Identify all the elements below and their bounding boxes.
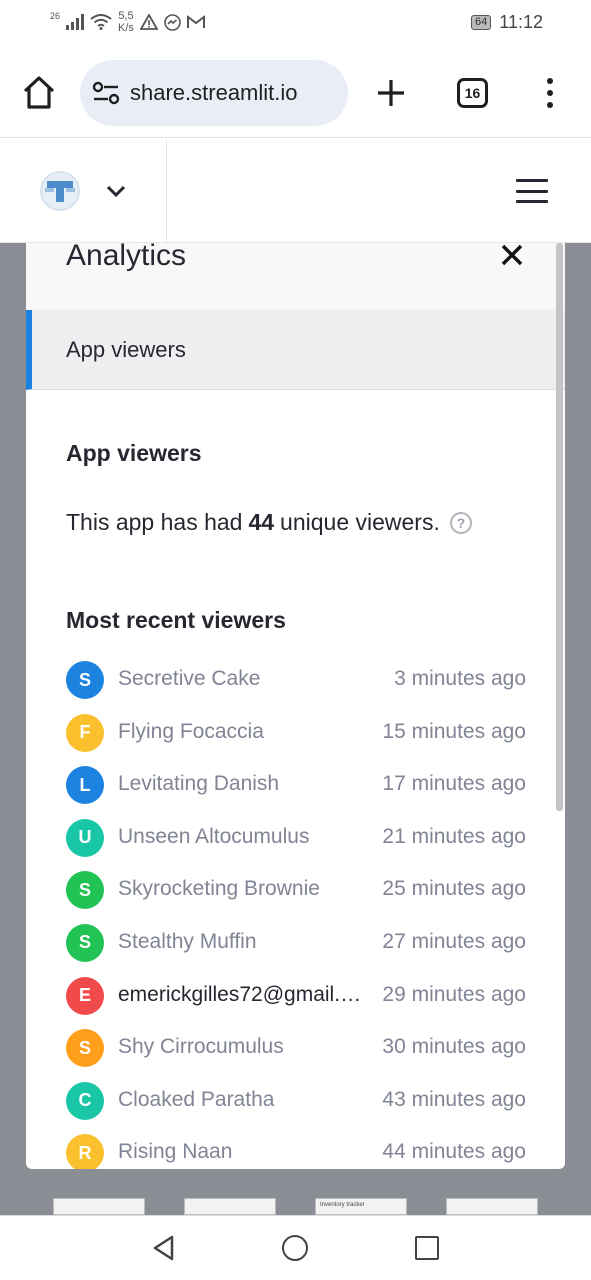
viewer-avatar: E xyxy=(66,976,104,1015)
viewer-time: 44 minutes ago xyxy=(382,1140,526,1164)
viewer-row: Eemerickgilles72@gmail.com 29 minutes ago xyxy=(66,975,526,1028)
viewer-name: Cloaked Paratha xyxy=(118,1087,275,1111)
network-type: 26 xyxy=(50,10,61,21)
viewer-name: Secretive Cake xyxy=(118,667,261,690)
viewer-name: Shy Cirrocumulus xyxy=(118,1035,284,1059)
viewer-avatar: S xyxy=(66,661,104,699)
status-left: 26 5,5 K/s xyxy=(50,10,205,34)
viewer-list: S Secretive Cake 3 minutes ago F Flying Foca… xyxy=(66,659,526,1169)
warning-icon xyxy=(139,14,158,30)
viewer-name: emerickgilles72@gmail.com xyxy=(118,982,368,1006)
viewer-time: 27 minutes ago xyxy=(382,929,526,953)
viewer-time: 3 minutes ago xyxy=(394,667,526,690)
speed-unit: K/s xyxy=(118,22,134,34)
messenger-icon xyxy=(164,13,181,31)
viewer-avatar: C xyxy=(66,1081,104,1120)
viewer-name: Skyrocketing Brownie xyxy=(118,877,320,901)
browser-toolbar: share.streamlit.io 16 xyxy=(0,48,591,138)
viewer-name: Unseen Altocumulus xyxy=(118,824,310,848)
viewer-avatar: S xyxy=(66,1029,104,1068)
viewer-row: S Shy Cirrocumulus 30 minutes ago xyxy=(66,1027,526,1080)
viewer-row: S Stealthy Muffin 27 minutes ago xyxy=(66,922,526,975)
viewer-avatar: L xyxy=(66,766,104,805)
signal-icon xyxy=(66,14,85,30)
viewer-name: Rising Naan xyxy=(118,1140,233,1164)
home-icon[interactable] xyxy=(20,74,58,112)
close-icon[interactable] xyxy=(500,243,524,267)
views-count: 44 xyxy=(248,509,275,535)
views-suffix: unique viewers. xyxy=(280,509,440,535)
viewer-row: C Cloaked Paratha 43 minutes ago xyxy=(66,1080,526,1133)
viewer-row: U Unseen Altocumulus 21 minutes ago xyxy=(66,817,526,870)
background-app-thumbnail xyxy=(53,1198,145,1215)
status-bar: 26 5,5 K/s 64 11:12 xyxy=(0,0,591,48)
header-divider xyxy=(166,139,167,243)
viewer-time: 21 minutes ago xyxy=(382,824,526,848)
viewer-name: Stealthy Muffin xyxy=(118,929,257,953)
background-app-thumbnail: Inventory tracker xyxy=(315,1198,407,1215)
back-icon[interactable] xyxy=(150,1234,178,1262)
modal-header: Analytics xyxy=(26,243,565,310)
viewer-name: Flying Focaccia xyxy=(118,719,264,743)
viewer-row: L Levitating Danish 17 minutes ago xyxy=(66,764,526,817)
viewer-time: 43 minutes ago xyxy=(382,1087,526,1111)
tab-switcher-button[interactable]: 16 xyxy=(457,78,488,108)
background-app-thumbnail xyxy=(184,1198,276,1215)
viewer-row: S Skyrocketing Brownie 25 minutes ago xyxy=(66,869,526,922)
viewer-avatar: S xyxy=(66,871,104,910)
clock: 11:12 xyxy=(499,12,543,32)
home-circle-icon[interactable] xyxy=(282,1235,308,1261)
viewer-time: 29 minutes ago xyxy=(382,982,526,1006)
chevron-down-icon[interactable] xyxy=(104,179,128,203)
tab-app-viewers[interactable]: App viewers xyxy=(26,310,565,390)
viewer-name: Levitating Danish xyxy=(118,772,280,796)
viewer-row: S Secretive Cake 3 minutes ago xyxy=(66,659,526,712)
unique-viewers-summary: This app has had 44 unique viewers. ? xyxy=(66,509,472,536)
viewer-time: 17 minutes ago xyxy=(382,772,526,796)
viewer-time: 15 minutes ago xyxy=(382,719,526,743)
viewer-row: R Rising Naan 44 minutes ago xyxy=(66,1132,526,1169)
viewer-avatar: R xyxy=(66,1134,104,1169)
viewer-avatar: U xyxy=(66,818,104,857)
section-title: App viewers xyxy=(66,440,202,466)
modal-title: Analytics xyxy=(66,243,187,272)
views-prefix: This app has had xyxy=(66,509,243,535)
workspace-logo[interactable] xyxy=(40,171,80,211)
url-text[interactable]: share.streamlit.io xyxy=(130,80,298,106)
viewer-time: 25 minutes ago xyxy=(382,877,526,901)
help-icon[interactable]: ? xyxy=(449,511,472,534)
gmail-icon xyxy=(186,15,205,28)
site-settings-icon[interactable] xyxy=(92,81,120,105)
hamburger-menu-icon[interactable] xyxy=(516,179,548,203)
tab-app-viewers-label: App viewers xyxy=(66,337,186,362)
recent-viewers-title: Most recent viewers xyxy=(66,607,286,633)
system-nav-bar xyxy=(0,1215,591,1280)
browser-menu-icon[interactable] xyxy=(540,78,560,108)
speed-value: 5,5 xyxy=(118,10,134,22)
workspace-logo-icon xyxy=(45,181,75,202)
battery-icon: 64 xyxy=(471,15,492,30)
new-tab-icon[interactable] xyxy=(374,76,408,110)
app-header xyxy=(0,139,591,243)
analytics-modal: Analytics App viewers App viewers This a… xyxy=(26,243,565,1169)
status-right: 64 11:12 xyxy=(471,12,543,33)
viewer-avatar: F xyxy=(66,713,104,752)
scrollbar[interactable] xyxy=(556,243,563,811)
network-speed: 5,5 K/s xyxy=(118,10,134,34)
viewer-row: F Flying Focaccia 15 minutes ago xyxy=(66,712,526,765)
background-app-thumbnail xyxy=(446,1198,538,1215)
viewer-time: 30 minutes ago xyxy=(382,1035,526,1059)
wifi-icon xyxy=(90,14,112,30)
recents-icon[interactable] xyxy=(415,1236,439,1260)
address-bar[interactable]: share.streamlit.io xyxy=(80,60,348,126)
viewer-avatar: S xyxy=(66,923,104,962)
